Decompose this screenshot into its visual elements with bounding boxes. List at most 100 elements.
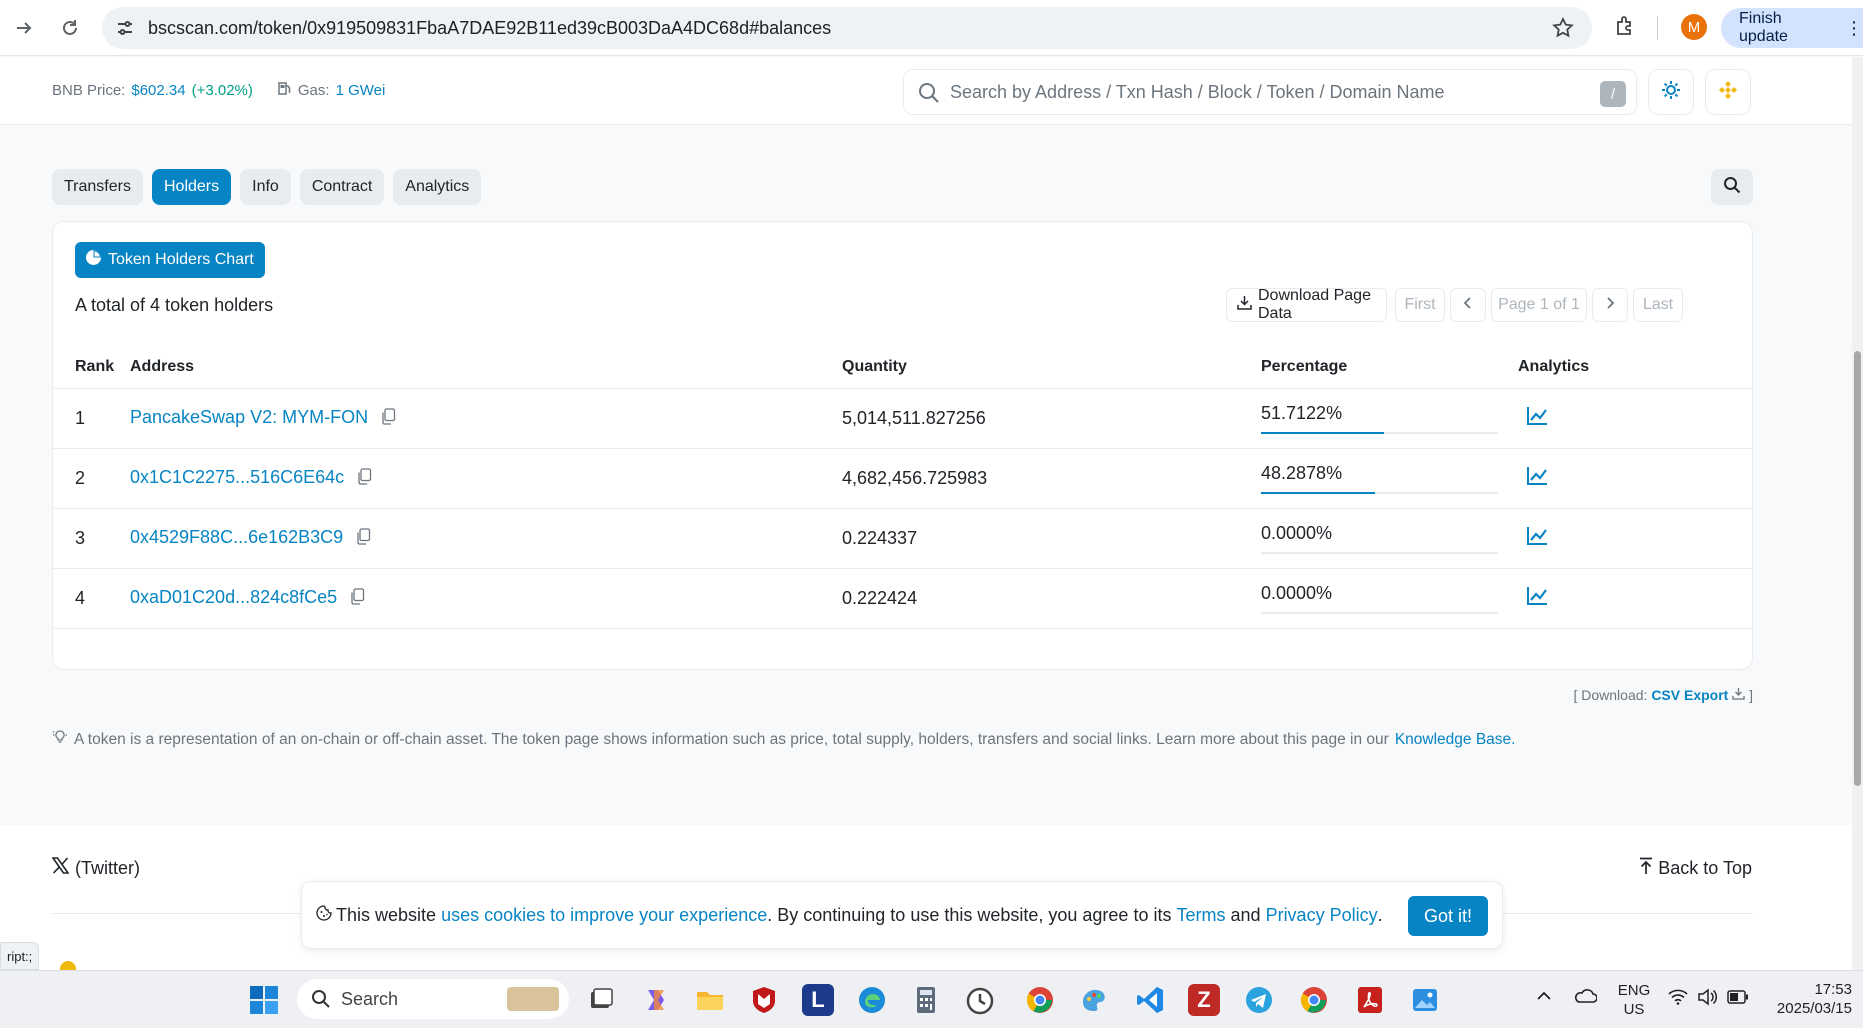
url-text[interactable]: bscscan.com/token/0x919509831FbaA7DAE92B… [148, 18, 831, 39]
taskbar-search[interactable]: Search [297, 979, 569, 1019]
twitter-label: (Twitter) [75, 857, 140, 878]
acrobat-icon[interactable] [1354, 984, 1386, 1016]
holder-analytics-cell [1518, 508, 1752, 569]
tray-chevron-icon[interactable] [1536, 989, 1552, 1007]
language-indicator[interactable]: ENG US [1614, 981, 1654, 1019]
address-bar[interactable]: bscscan.com/token/0x919509831FbaA7DAE92B… [102, 7, 1592, 49]
copy-icon[interactable] [350, 587, 365, 610]
battery-icon[interactable] [1727, 990, 1749, 1009]
privacy-policy-link[interactable]: Privacy Policy [1266, 905, 1378, 926]
chrome-profile-icon[interactable] [1024, 984, 1056, 1016]
edge-icon[interactable] [856, 984, 888, 1016]
analytics-chart-icon[interactable] [1526, 406, 1548, 430]
bnb-price-label: BNB Price: [52, 82, 126, 99]
clock-app-icon[interactable] [964, 984, 996, 1016]
holder-address-cell: 0x1C1C2275...516C6E64c [130, 448, 842, 509]
bookmark-star-icon[interactable] [1552, 16, 1574, 44]
holder-percentage-cell: 0.0000% [1261, 568, 1518, 629]
vscode-icon[interactable] [1134, 984, 1166, 1016]
holder-address-link[interactable]: 0x4529F88C...6e162B3C9 [130, 527, 343, 547]
profile-avatar[interactable]: M [1681, 14, 1707, 40]
chrome-icon[interactable] [1298, 984, 1330, 1016]
pager-first-button[interactable]: First [1395, 288, 1445, 322]
analytics-chart-icon[interactable] [1526, 586, 1548, 610]
cookie-text-4: . [1377, 904, 1383, 925]
volume-icon[interactable] [1697, 988, 1718, 1011]
cookie-accept-button[interactable]: Got it! [1407, 896, 1488, 936]
theme-toggle-button[interactable] [1648, 69, 1694, 115]
holder-quantity: 4,682,456.725983 [842, 448, 1261, 509]
holder-address-cell: PancakeSwap V2: MYM-FON [130, 388, 842, 449]
mcafee-icon[interactable] [748, 984, 780, 1016]
twitter-link[interactable]: (Twitter) [51, 857, 140, 879]
reload-icon[interactable] [58, 16, 82, 40]
holder-percentage: 48.2878% [1261, 462, 1343, 483]
photos-app-icon[interactable] [1409, 984, 1441, 1016]
file-explorer-icon[interactable] [694, 984, 726, 1016]
token-holders-chart-label: Token Holders Chart [108, 251, 254, 268]
terms-link[interactable]: Terms [1176, 905, 1225, 926]
token-holders-chart-button[interactable]: Token Holders Chart [75, 242, 265, 278]
scrollbar-thumb[interactable] [1854, 351, 1861, 786]
calculator-icon[interactable] [910, 984, 942, 1016]
tab-analytics[interactable]: Analytics [393, 169, 482, 205]
status-bar-url: ript:; [0, 942, 40, 970]
cookie-text-3: and [1230, 904, 1261, 925]
onedrive-icon[interactable] [1573, 988, 1598, 1009]
site-info-icon[interactable] [116, 19, 134, 42]
tab-holders[interactable]: Holders [151, 169, 232, 205]
gas-value[interactable]: 1 GWei [336, 82, 386, 99]
search-shortcut-key: / [1600, 81, 1626, 107]
filezilla-icon[interactable]: Z [1188, 984, 1220, 1016]
knowledge-base-link[interactable]: Knowledge Base. [1395, 731, 1516, 749]
bnb-network-button[interactable] [1705, 69, 1751, 115]
pager-next-button[interactable] [1592, 288, 1628, 322]
wifi-icon[interactable] [1668, 989, 1688, 1010]
holder-address-cell: 0xaD01C20d...824c8fCe5 [130, 568, 842, 629]
holder-analytics-cell [1518, 448, 1752, 509]
task-view-icon[interactable] [585, 984, 617, 1016]
cookie-policy-link[interactable]: uses cookies to improve your experience [441, 905, 767, 926]
analytics-chart-icon[interactable] [1526, 526, 1548, 550]
toolbar-divider [1657, 16, 1658, 40]
l-app-icon[interactable]: L [802, 984, 834, 1016]
holders-card: Token Holders Chart A total of 4 token h… [52, 221, 1753, 670]
price-info: BNB Price: $602.34 (+3.02%) Gas: 1 GWei [52, 81, 385, 100]
finish-update-button[interactable]: Finish update ⋮ [1721, 8, 1863, 48]
windows-start-icon[interactable] [248, 984, 280, 1016]
kebab-menu-icon[interactable]: ⋮ [1845, 18, 1863, 39]
holder-percentage: 51.7122% [1261, 402, 1343, 423]
tab-info[interactable]: Info [240, 169, 291, 205]
back-to-top-link[interactable]: Back to Top [1638, 857, 1752, 880]
site-search-input[interactable]: Search by Address / Txn Hash / Block / T… [903, 69, 1637, 115]
pager-last-button[interactable]: Last [1633, 288, 1683, 322]
forward-icon[interactable] [12, 16, 36, 40]
pager-prev-button[interactable] [1450, 288, 1486, 322]
csv-export-link[interactable]: CSV Export [1651, 687, 1728, 703]
paint-app-icon[interactable] [1078, 984, 1110, 1016]
holder-address-link[interactable]: PancakeSwap V2: MYM-FON [130, 407, 368, 427]
cookie-text-2: . By continuing to use this website, you… [767, 904, 1172, 925]
holder-analytics-cell [1518, 388, 1752, 449]
tab-contract[interactable]: Contract [299, 169, 385, 205]
back-to-top-label: Back to Top [1658, 858, 1752, 878]
copy-icon[interactable] [381, 407, 396, 430]
lightbulb-icon [52, 729, 68, 750]
holder-address-link[interactable]: 0x1C1C2275...516C6E64c [130, 467, 344, 487]
bnb-price-value[interactable]: $602.34 [131, 82, 185, 99]
extensions-icon[interactable] [1614, 14, 1638, 43]
holder-address-link[interactable]: 0xaD01C20d...824c8fCe5 [130, 587, 337, 607]
download-csv-line: [ Download: CSV Export ] [1573, 687, 1753, 703]
holder-search-button[interactable] [1711, 169, 1753, 205]
system-clock[interactable]: 17:53 2025/03/15 [1766, 980, 1852, 1018]
tab-transfers[interactable]: Transfers [52, 169, 143, 205]
holder-quantity: 0.222424 [842, 568, 1261, 629]
percentage-bar-fill [1261, 431, 1384, 434]
download-page-data-button[interactable]: Download Page Data [1226, 287, 1387, 322]
copy-icon[interactable] [356, 527, 371, 550]
page-scrollbar[interactable] [1852, 57, 1863, 970]
analytics-chart-icon[interactable] [1526, 466, 1548, 490]
copy-icon[interactable] [357, 467, 372, 490]
telegram-icon[interactable] [1243, 984, 1275, 1016]
copilot-icon[interactable] [640, 984, 672, 1016]
